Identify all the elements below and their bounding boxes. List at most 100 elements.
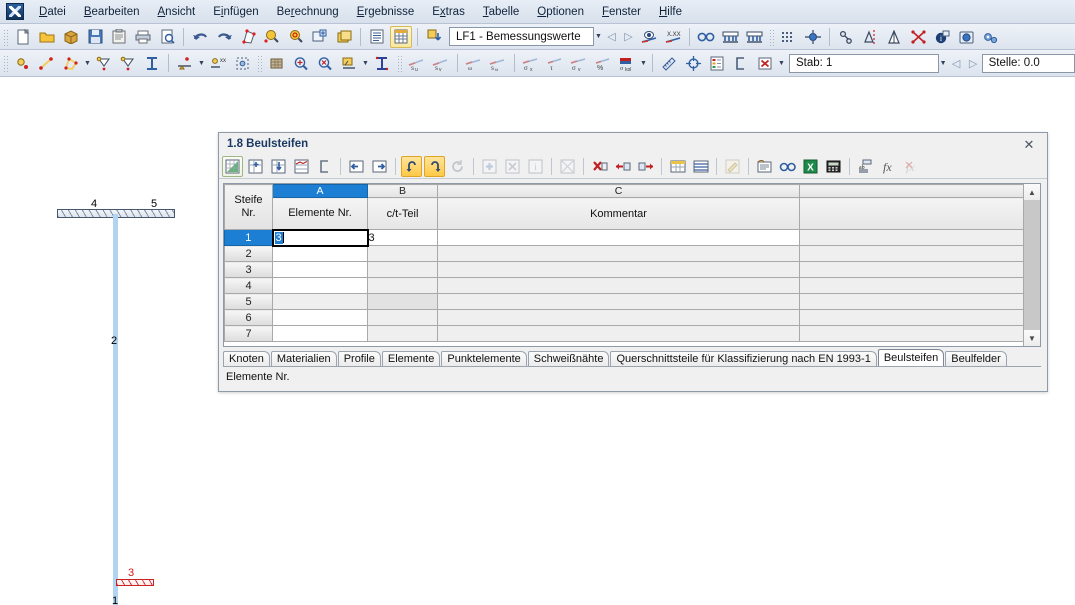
menu-hilfe[interactable]: Hilfe bbox=[650, 3, 691, 21]
print-preview-icon[interactable] bbox=[156, 26, 178, 48]
calculator-icon[interactable] bbox=[823, 156, 844, 177]
new-grid-icon[interactable] bbox=[231, 52, 253, 74]
cell-6-empty[interactable] bbox=[799, 309, 1023, 326]
menu-optionen[interactable]: Optionen bbox=[528, 3, 593, 21]
cell-3-c[interactable] bbox=[437, 261, 800, 278]
menu-ergebnisse[interactable]: Ergebnisse bbox=[348, 3, 424, 21]
scroll-track[interactable] bbox=[1024, 200, 1040, 330]
cell-2-c[interactable] bbox=[437, 245, 800, 262]
percent-icon[interactable]: % bbox=[592, 52, 614, 74]
cell-1-empty[interactable] bbox=[799, 229, 1023, 246]
new-member-end-icon[interactable] bbox=[117, 52, 139, 74]
render-shade-icon[interactable] bbox=[338, 52, 360, 74]
grid-snap-icon[interactable] bbox=[778, 26, 800, 48]
loadcase-dropdown-arrow[interactable]: ▼ bbox=[594, 27, 603, 47]
menu-einfuegen[interactable]: Einfügen bbox=[204, 3, 267, 21]
cell-7-c[interactable] bbox=[437, 325, 800, 342]
fx-icon[interactable]: fx bbox=[878, 156, 899, 177]
clear-dropdown-arrow[interactable]: ▼ bbox=[777, 53, 786, 73]
loadcase-combo[interactable]: LF1 - Bemessungswerte bbox=[449, 27, 594, 46]
clear-x-icon[interactable] bbox=[754, 52, 776, 74]
scroll-up-icon[interactable]: ▲ bbox=[1024, 184, 1040, 200]
new-polygon-dropdown-arrow[interactable]: ▼ bbox=[83, 53, 92, 73]
member-dropdown-arrow[interactable]: ▼ bbox=[939, 53, 948, 73]
row-header-4[interactable]: 4 bbox=[224, 277, 273, 294]
dialog-title-bar[interactable]: 1.8 Beulsteifen bbox=[219, 133, 1047, 155]
cell-4-empty[interactable] bbox=[799, 277, 1023, 294]
mirror-axis-icon[interactable] bbox=[859, 26, 881, 48]
cell-6-a[interactable] bbox=[272, 309, 368, 326]
cell-7-b[interactable] bbox=[367, 325, 438, 342]
print-notes-icon[interactable] bbox=[754, 156, 775, 177]
toolbar2-grip-3[interactable] bbox=[396, 54, 403, 72]
load-wizard-icon[interactable] bbox=[423, 26, 445, 48]
target-icon[interactable] bbox=[682, 52, 704, 74]
table-row[interactable]: 2 bbox=[224, 245, 1023, 262]
cell-5-a[interactable] bbox=[272, 293, 368, 310]
redo-icon[interactable] bbox=[213, 26, 235, 48]
sigma-kup-icon[interactable]: σ kpl bbox=[616, 52, 638, 74]
node-select-icon[interactable] bbox=[835, 26, 857, 48]
menu-datei[interactable]: DDateiatei bbox=[30, 3, 75, 21]
cell-2-a[interactable] bbox=[272, 245, 368, 262]
table-row[interactable]: 5 bbox=[224, 293, 1023, 310]
mesh-icon[interactable] bbox=[266, 52, 288, 74]
save-icon[interactable] bbox=[84, 26, 106, 48]
member-next-button[interactable]: ▷ bbox=[965, 53, 982, 73]
prev-table-icon[interactable] bbox=[346, 156, 367, 177]
omega-icon[interactable]: ω bbox=[463, 52, 485, 74]
tab-knoten[interactable]: Knoten bbox=[223, 351, 270, 366]
data-table[interactable]: Steife Nr. A B C Elemente Nr. c/t-Teil K… bbox=[223, 183, 1041, 347]
cross-section-icon[interactable] bbox=[371, 52, 393, 74]
row-header-7[interactable]: 7 bbox=[224, 325, 273, 342]
table-row[interactable]: 7 bbox=[224, 325, 1023, 342]
toolbar-grip[interactable] bbox=[2, 27, 9, 46]
cell-3-empty[interactable] bbox=[799, 261, 1023, 278]
column-header-b[interactable]: B bbox=[367, 184, 438, 198]
glasses-icon[interactable] bbox=[695, 26, 717, 48]
rotate-center-icon[interactable] bbox=[907, 26, 929, 48]
mirror-plane-icon[interactable] bbox=[883, 26, 905, 48]
row-header-6[interactable]: 6 bbox=[224, 309, 273, 326]
sort-icon[interactable]: ab bbox=[855, 156, 876, 177]
member-prev-button[interactable]: ◁ bbox=[948, 53, 965, 73]
tab-elemente[interactable]: Elemente bbox=[381, 351, 441, 366]
tab-profile[interactable]: Profile bbox=[337, 351, 381, 366]
column-header-c[interactable]: C bbox=[437, 184, 800, 198]
loadcase-next-button[interactable]: ▷ bbox=[620, 27, 637, 47]
info-row-icon[interactable]: i bbox=[525, 156, 546, 177]
support-start-icon[interactable] bbox=[719, 26, 741, 48]
insert-row-icon[interactable] bbox=[245, 156, 266, 177]
sv-icon[interactable]: sv bbox=[430, 52, 452, 74]
render-model-icon[interactable] bbox=[237, 26, 259, 48]
remove-left-icon[interactable] bbox=[612, 156, 633, 177]
cell-3-a[interactable] bbox=[272, 261, 368, 278]
refresh-icon[interactable] bbox=[447, 156, 468, 177]
import-package-icon[interactable] bbox=[60, 26, 82, 48]
delete-row-icon[interactable] bbox=[502, 156, 523, 177]
add-row-icon[interactable] bbox=[479, 156, 500, 177]
tau-icon[interactable]: τ bbox=[544, 52, 566, 74]
clear-table-icon[interactable] bbox=[557, 156, 578, 177]
gears-icon[interactable] bbox=[979, 26, 1001, 48]
table-grid-icon[interactable] bbox=[390, 25, 412, 48]
cell-3-b[interactable] bbox=[367, 261, 438, 278]
stiffener-element-3[interactable] bbox=[116, 579, 154, 586]
print-icon[interactable] bbox=[132, 26, 154, 48]
column-header-a[interactable]: A bbox=[272, 184, 368, 198]
table-green-icon[interactable] bbox=[222, 156, 243, 177]
undo-icon[interactable] bbox=[401, 156, 422, 177]
new-xx-load-icon[interactable]: xx bbox=[207, 52, 229, 74]
tab-punktelemente[interactable]: Punktelemente bbox=[441, 351, 527, 366]
settings-camera-icon[interactable] bbox=[955, 26, 977, 48]
row-header-2[interactable]: 2 bbox=[224, 245, 273, 262]
new-section-icon[interactable] bbox=[141, 52, 163, 74]
row-header-1[interactable]: 1 bbox=[224, 229, 273, 246]
table-row[interactable]: 1 3 3 bbox=[224, 228, 1023, 247]
delete-x-icon[interactable] bbox=[589, 156, 610, 177]
table-layout-icon[interactable] bbox=[667, 156, 688, 177]
table-list-icon[interactable] bbox=[366, 26, 388, 48]
scroll-down-icon[interactable]: ▼ bbox=[1024, 330, 1040, 346]
magnifier-minus-icon[interactable] bbox=[314, 52, 336, 74]
cell-5-c[interactable] bbox=[437, 293, 800, 310]
